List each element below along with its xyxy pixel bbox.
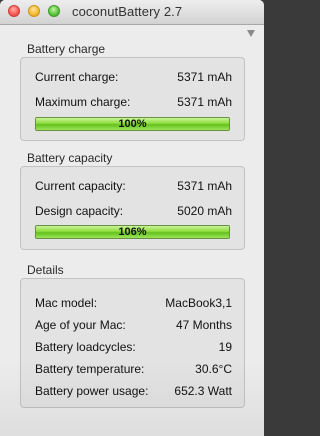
current-charge-label: Current charge: <box>35 70 119 84</box>
details-row: Battery power usage: 652.3 Watt <box>35 384 232 400</box>
design-capacity-row: Design capacity: 5020 mAh <box>35 204 232 220</box>
current-charge-row: Current charge: 5371 mAh <box>35 70 232 86</box>
loadcycles-label: Battery loadcycles: <box>35 340 136 354</box>
power-usage-value: 652.3 Watt <box>174 384 232 398</box>
title-bar[interactable]: coconutBattery 2.7 <box>0 0 264 25</box>
design-capacity-label: Design capacity: <box>35 204 124 218</box>
app-window: coconutBattery 2.7 Battery charge Curren… <box>0 0 264 436</box>
maximum-charge-label: Maximum charge: <box>35 95 131 109</box>
charge-progress-bar: 100% <box>35 117 230 131</box>
current-capacity-row: Current capacity: 5371 mAh <box>35 179 232 195</box>
close-window-button[interactable] <box>8 5 20 17</box>
current-capacity-label: Current capacity: <box>35 179 126 193</box>
mac-age-value: 47 Months <box>175 318 232 332</box>
current-capacity-value: 5371 mAh <box>177 179 232 193</box>
battery-capacity-panel: Current capacity: 5371 mAh Design capaci… <box>20 166 245 250</box>
battery-capacity-heading: Battery capacity <box>27 151 113 165</box>
chevron-down-icon[interactable] <box>247 30 255 37</box>
capacity-progress-bar: 106% <box>35 225 230 239</box>
temperature-value: 30.6°C <box>195 362 232 376</box>
details-heading: Details <box>27 263 64 277</box>
battery-charge-panel: Current charge: 5371 mAh Maximum charge:… <box>20 57 245 141</box>
power-usage-label: Battery power usage: <box>35 384 149 398</box>
temperature-label: Battery temperature: <box>35 362 145 376</box>
design-capacity-value: 5020 mAh <box>177 204 232 218</box>
details-row: Mac model: MacBook3,1 <box>35 296 232 312</box>
current-charge-value: 5371 mAh <box>177 70 232 84</box>
zoom-window-button[interactable] <box>48 5 60 17</box>
maximum-charge-row: Maximum charge: 5371 mAh <box>35 95 232 111</box>
minimize-window-button[interactable] <box>28 5 40 17</box>
battery-charge-heading: Battery charge <box>27 42 106 56</box>
mac-model-label: Mac model: <box>35 296 98 310</box>
maximum-charge-value: 5371 mAh <box>177 95 232 109</box>
details-row: Battery loadcycles: 19 <box>35 340 232 356</box>
mac-age-label: Age of your Mac: <box>35 318 126 332</box>
details-panel: Mac model: MacBook3,1 Age of your Mac: 4… <box>20 278 245 408</box>
loadcycles-value: 19 <box>218 340 232 354</box>
details-row: Age of your Mac: 47 Months <box>35 318 232 334</box>
capacity-percent-text: 106% <box>118 226 147 238</box>
mac-model-value: MacBook3,1 <box>165 296 232 310</box>
charge-percent-text: 100% <box>118 118 147 130</box>
window-title: coconutBattery 2.7 <box>72 4 183 19</box>
details-row: Battery temperature: 30.6°C <box>35 362 232 378</box>
